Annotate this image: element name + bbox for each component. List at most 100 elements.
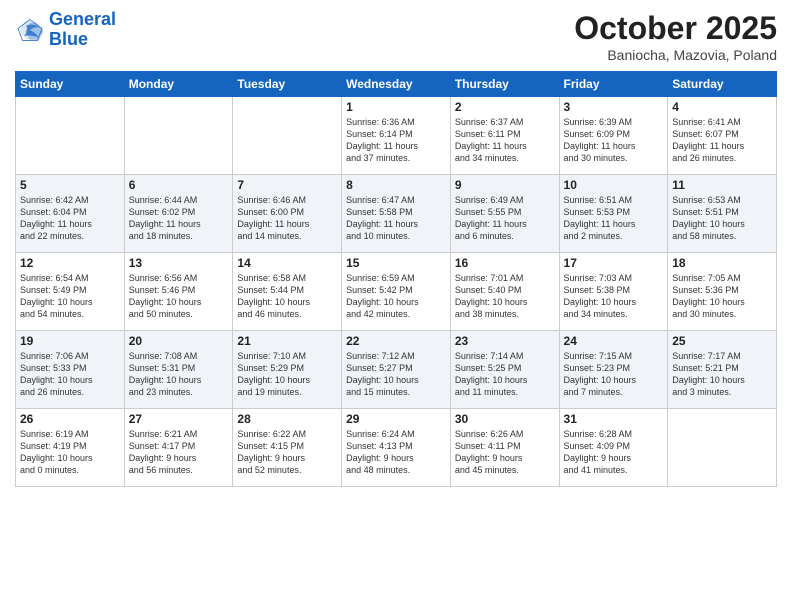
day-number: 10 — [564, 178, 664, 192]
day-number: 23 — [455, 334, 555, 348]
day-number: 29 — [346, 412, 446, 426]
table-cell: 23Sunrise: 7:14 AM Sunset: 5:25 PM Dayli… — [450, 331, 559, 409]
day-number: 8 — [346, 178, 446, 192]
day-number: 7 — [237, 178, 337, 192]
table-cell: 20 Sunrise: 7:08 AM Sunset: 5:31 PM Dayli… — [124, 331, 233, 409]
day-number: 25 — [672, 334, 772, 348]
table-cell: 18Sunrise: 7:05 AM Sunset: 5:36 PM Dayli… — [668, 253, 777, 331]
day-number: 30 — [455, 412, 555, 426]
table-cell: 12 Sunrise: 6:54 AM Sunset: 5:49 PM Dayli… — [16, 253, 125, 331]
table-cell: 22 Sunrise: 7:12 AM Sunset: 5:27 PM Dayli… — [342, 331, 451, 409]
day-info: Sunrise: 7:17 AM Sunset: 5:21 PM Dayligh… — [672, 350, 772, 399]
day-info: Sunrise: 7:05 AM Sunset: 5:36 PM Dayligh… — [672, 272, 772, 321]
day-info: Sunrise: 6:26 AM Sunset: 4:11 PM Dayligh… — [455, 428, 555, 477]
table-cell: 21 Sunrise: 7:10 AM Sunset: 5:29 PM Dayli… — [233, 331, 342, 409]
day-info: Sunrise: 6:56 AM Sunset: 5:46 PM Dayligh… — [129, 272, 229, 321]
table-cell — [124, 97, 233, 175]
table-cell: 2Sunrise: 6:37 AM Sunset: 6:11 PM Daylig… — [450, 97, 559, 175]
day-info: Sunrise: 7:03 AM Sunset: 5:38 PM Dayligh… — [564, 272, 664, 321]
table-cell: 16Sunrise: 7:01 AM Sunset: 5:40 PM Dayli… — [450, 253, 559, 331]
day-info: Sunrise: 6:39 AM Sunset: 6:09 PM Dayligh… — [564, 116, 664, 165]
table-cell: 8 Sunrise: 6:47 AM Sunset: 5:58 PM Daylig… — [342, 175, 451, 253]
month-title: October 2025 — [574, 10, 777, 47]
header-row: Sunday Monday Tuesday Wednesday Thursday… — [16, 72, 777, 97]
logo-line1: General — [49, 9, 116, 29]
table-cell: 15Sunrise: 6:59 AM Sunset: 5:42 PM Dayli… — [342, 253, 451, 331]
day-number: 3 — [564, 100, 664, 114]
table-cell: 24 Sunrise: 7:15 AM Sunset: 5:23 PM Dayli… — [559, 331, 668, 409]
day-number: 19 — [20, 334, 120, 348]
day-number: 27 — [129, 412, 229, 426]
day-info: Sunrise: 6:42 AM Sunset: 6:04 PM Dayligh… — [20, 194, 120, 243]
page: General Blue October 2025 Baniocha, Mazo… — [0, 0, 792, 612]
table-cell — [668, 409, 777, 487]
table-cell: 9 Sunrise: 6:49 AM Sunset: 5:55 PM Daylig… — [450, 175, 559, 253]
logo-icon — [15, 15, 45, 45]
table-cell: 13Sunrise: 6:56 AM Sunset: 5:46 PM Dayli… — [124, 253, 233, 331]
day-info: Sunrise: 6:46 AM Sunset: 6:00 PM Dayligh… — [237, 194, 337, 243]
table-cell — [233, 97, 342, 175]
day-number: 4 — [672, 100, 772, 114]
logo: General Blue — [15, 10, 116, 50]
day-info: Sunrise: 7:15 AM Sunset: 5:23 PM Dayligh… — [564, 350, 664, 399]
day-number: 1 — [346, 100, 446, 114]
day-info: Sunrise: 6:53 AM Sunset: 5:51 PM Dayligh… — [672, 194, 772, 243]
day-number: 21 — [237, 334, 337, 348]
day-number: 5 — [20, 178, 120, 192]
table-cell: 31Sunrise: 6:28 AM Sunset: 4:09 PM Dayli… — [559, 409, 668, 487]
col-friday: Friday — [559, 72, 668, 97]
day-number: 26 — [20, 412, 120, 426]
day-info: Sunrise: 7:06 AM Sunset: 5:33 PM Dayligh… — [20, 350, 120, 399]
table-row: 5 Sunrise: 6:42 AM Sunset: 6:04 PM Daylig… — [16, 175, 777, 253]
table-row: 1 Sunrise: 6:36 AM Sunset: 6:14 PM Daylig… — [16, 97, 777, 175]
day-info: Sunrise: 6:21 AM Sunset: 4:17 PM Dayligh… — [129, 428, 229, 477]
day-number: 15 — [346, 256, 446, 270]
table-cell: 6 Sunrise: 6:44 AM Sunset: 6:02 PM Daylig… — [124, 175, 233, 253]
day-info: Sunrise: 7:12 AM Sunset: 5:27 PM Dayligh… — [346, 350, 446, 399]
table-cell: 7 Sunrise: 6:46 AM Sunset: 6:00 PM Daylig… — [233, 175, 342, 253]
day-info: Sunrise: 6:49 AM Sunset: 5:55 PM Dayligh… — [455, 194, 555, 243]
day-info: Sunrise: 6:54 AM Sunset: 5:49 PM Dayligh… — [20, 272, 120, 321]
table-cell: 19 Sunrise: 7:06 AM Sunset: 5:33 PM Dayli… — [16, 331, 125, 409]
day-number: 17 — [564, 256, 664, 270]
col-tuesday: Tuesday — [233, 72, 342, 97]
day-info: Sunrise: 6:36 AM Sunset: 6:14 PM Dayligh… — [346, 116, 446, 165]
calendar: Sunday Monday Tuesday Wednesday Thursday… — [15, 71, 777, 487]
table-cell: 1 Sunrise: 6:36 AM Sunset: 6:14 PM Daylig… — [342, 97, 451, 175]
table-cell — [16, 97, 125, 175]
table-row: 12 Sunrise: 6:54 AM Sunset: 5:49 PM Dayli… — [16, 253, 777, 331]
day-number: 16 — [455, 256, 555, 270]
col-monday: Monday — [124, 72, 233, 97]
day-number: 28 — [237, 412, 337, 426]
table-cell: 3 Sunrise: 6:39 AM Sunset: 6:09 PM Daylig… — [559, 97, 668, 175]
day-number: 20 — [129, 334, 229, 348]
day-info: Sunrise: 6:47 AM Sunset: 5:58 PM Dayligh… — [346, 194, 446, 243]
table-cell: 28Sunrise: 6:22 AM Sunset: 4:15 PM Dayli… — [233, 409, 342, 487]
col-saturday: Saturday — [668, 72, 777, 97]
day-number: 9 — [455, 178, 555, 192]
day-info: Sunrise: 7:10 AM Sunset: 5:29 PM Dayligh… — [237, 350, 337, 399]
table-cell: 11Sunrise: 6:53 AM Sunset: 5:51 PM Dayli… — [668, 175, 777, 253]
day-info: Sunrise: 6:41 AM Sunset: 6:07 PM Dayligh… — [672, 116, 772, 165]
day-info: Sunrise: 6:44 AM Sunset: 6:02 PM Dayligh… — [129, 194, 229, 243]
day-number: 6 — [129, 178, 229, 192]
col-thursday: Thursday — [450, 72, 559, 97]
table-cell: 29 Sunrise: 6:24 AM Sunset: 4:13 PM Dayli… — [342, 409, 451, 487]
col-sunday: Sunday — [16, 72, 125, 97]
day-number: 24 — [564, 334, 664, 348]
table-cell: 30 Sunrise: 6:26 AM Sunset: 4:11 PM Dayli… — [450, 409, 559, 487]
table-cell: 4 Sunrise: 6:41 AM Sunset: 6:07 PM Daylig… — [668, 97, 777, 175]
table-cell: 17 Sunrise: 7:03 AM Sunset: 5:38 PM Dayli… — [559, 253, 668, 331]
table-cell: 14Sunrise: 6:58 AM Sunset: 5:44 PM Dayli… — [233, 253, 342, 331]
day-info: Sunrise: 6:24 AM Sunset: 4:13 PM Dayligh… — [346, 428, 446, 477]
col-wednesday: Wednesday — [342, 72, 451, 97]
logo-text: General Blue — [49, 10, 116, 50]
day-number: 22 — [346, 334, 446, 348]
logo-line2: Blue — [49, 29, 88, 49]
table-cell: 26Sunrise: 6:19 AM Sunset: 4:19 PM Dayli… — [16, 409, 125, 487]
table-cell: 25 Sunrise: 7:17 AM Sunset: 5:21 PM Dayli… — [668, 331, 777, 409]
table-cell: 27 Sunrise: 6:21 AM Sunset: 4:17 PM Dayli… — [124, 409, 233, 487]
day-info: Sunrise: 7:08 AM Sunset: 5:31 PM Dayligh… — [129, 350, 229, 399]
location: Baniocha, Mazovia, Poland — [574, 47, 777, 63]
day-number: 12 — [20, 256, 120, 270]
